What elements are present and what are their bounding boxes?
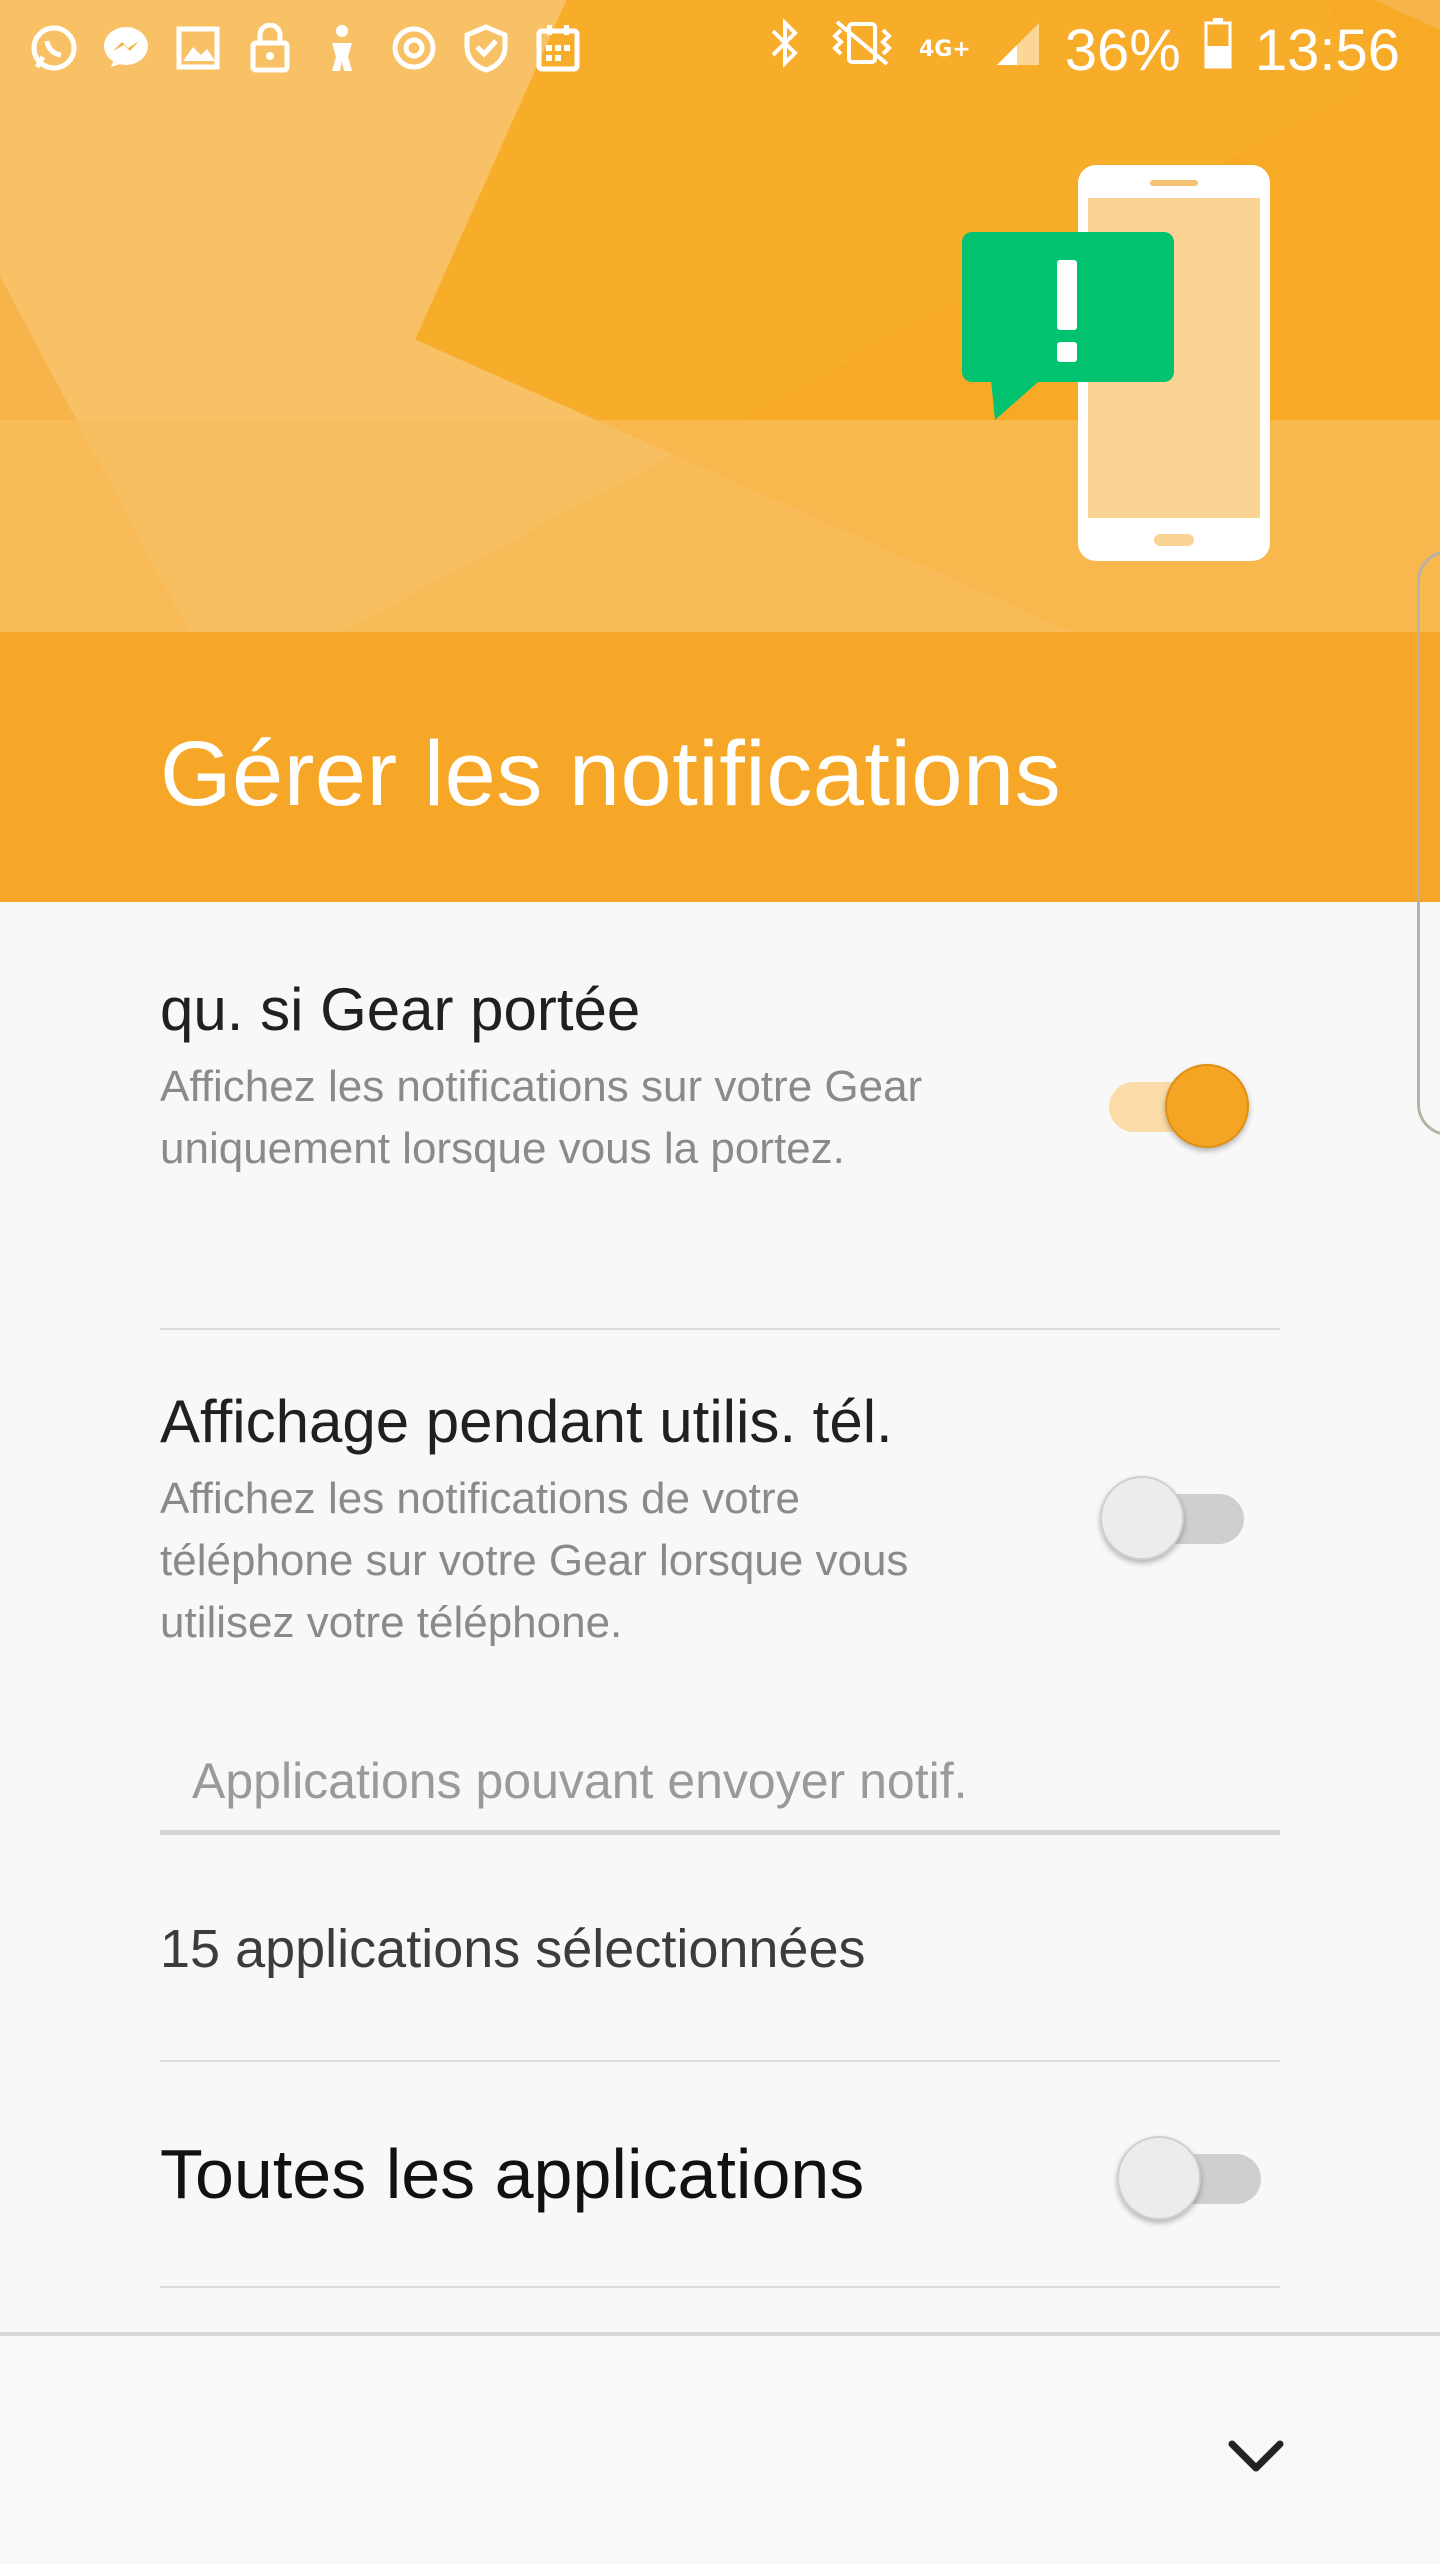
calendar-icon xyxy=(532,22,584,74)
whatsapp-icon xyxy=(28,22,80,74)
setting-wear-only-title: qu. si Gear portée xyxy=(160,976,641,1043)
shield-icon xyxy=(460,22,512,74)
battery-icon xyxy=(1203,16,1233,84)
status-bar: 4G+ 36% 13:56 xyxy=(0,0,1440,100)
chevron-down-icon[interactable] xyxy=(1226,2436,1286,2476)
header-banner: 4G+ 36% 13:56 xyxy=(0,0,1440,632)
phone-notification-illustration xyxy=(960,160,1280,574)
wear-only-toggle[interactable] xyxy=(1103,1056,1253,1148)
sync-icon xyxy=(388,22,440,74)
edge-panel-handle[interactable] xyxy=(1417,550,1440,1136)
bottom-bar xyxy=(0,2332,1440,2564)
app-search-input[interactable] xyxy=(190,1740,1254,1822)
all-apps-row[interactable]: Toutes les applications xyxy=(160,2134,1280,2214)
setting-phone-in-use-title: Affichage pendant utilis. tél. xyxy=(160,1388,893,1455)
messenger-icon xyxy=(100,22,152,74)
phone-in-use-toggle[interactable] xyxy=(1100,1468,1250,1560)
page-title: Gérer les notifications xyxy=(160,723,1062,825)
divider xyxy=(160,1328,1280,1330)
all-apps-label: Toutes les applications xyxy=(160,2135,865,2213)
network-type: 4G+ xyxy=(918,37,971,62)
divider xyxy=(160,2060,1280,2062)
battery-percent: 36% xyxy=(1064,17,1181,83)
accessibility-icon xyxy=(316,22,368,74)
setting-wear-only-description: Affichez les notifications sur votre Gea… xyxy=(160,1062,923,1173)
clock: 13:56 xyxy=(1254,17,1400,83)
signal-icon xyxy=(993,18,1043,83)
divider xyxy=(160,2286,1280,2288)
lock-icon xyxy=(244,22,296,74)
all-apps-toggle[interactable] xyxy=(1117,2128,1267,2220)
setting-phone-in-use-description: Affichez les notifications de votre télé… xyxy=(160,1474,909,1647)
app-search-field[interactable] xyxy=(160,1730,1280,1835)
bluetooth-icon xyxy=(765,16,805,84)
vibrate-mute-icon xyxy=(827,16,897,84)
selected-apps-summary: 15 applications sélectionnées xyxy=(160,1918,1280,1980)
selected-apps-count: 15 applications sélectionnées xyxy=(160,1919,866,1979)
gallery-icon xyxy=(172,22,224,74)
